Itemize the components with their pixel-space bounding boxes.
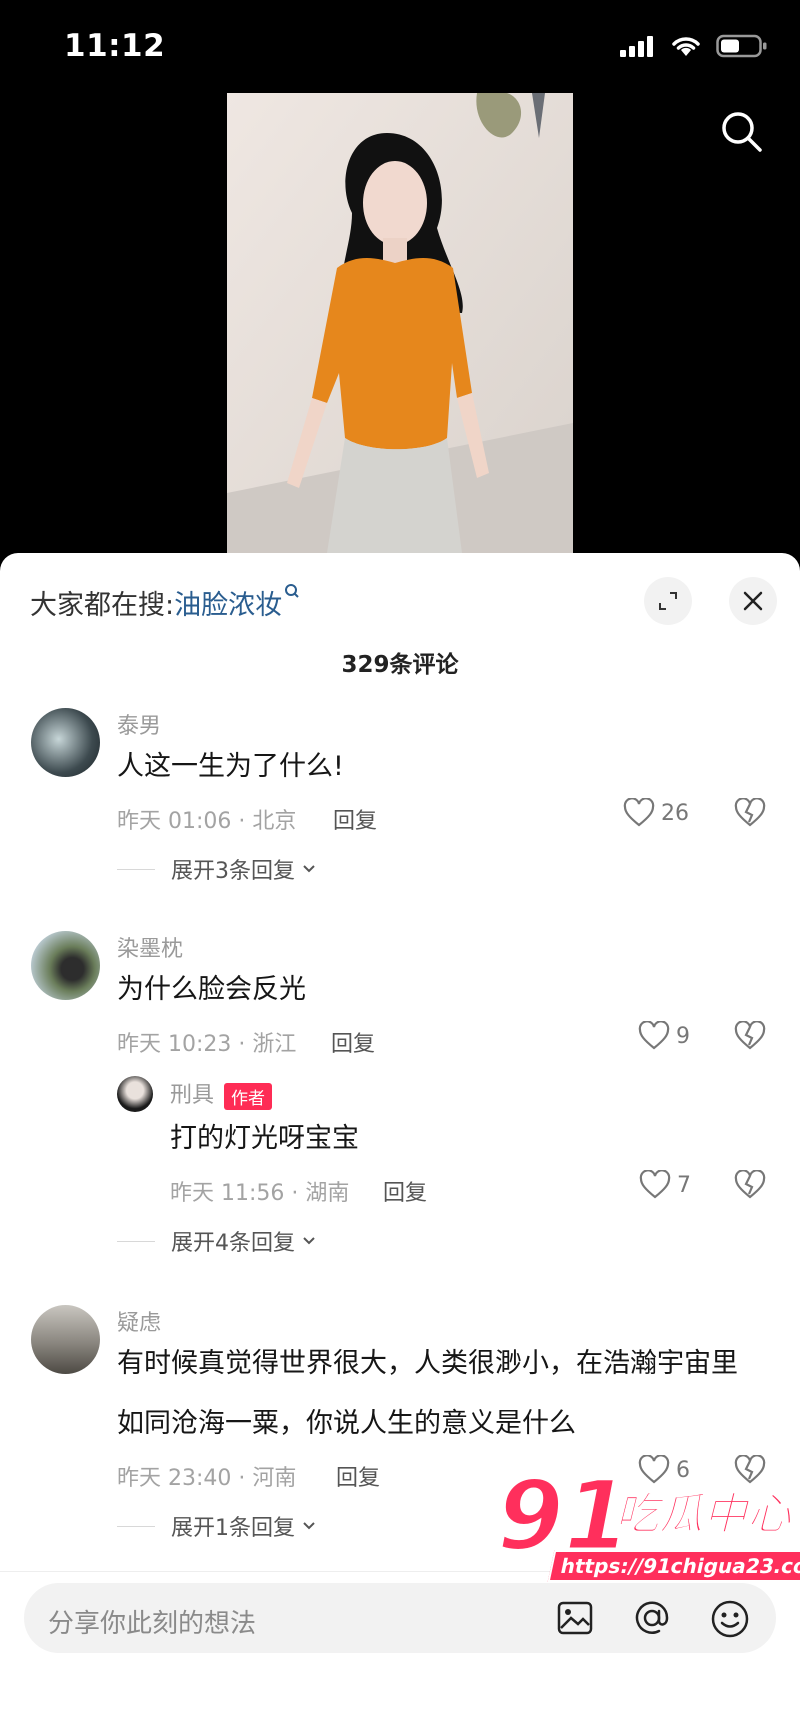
comment-time-location: 昨天 10:23 · 浙江 [117,1032,297,1057]
expand-replies-label: 展开3条回复 [171,859,295,884]
broken-heart-icon[interactable] [734,1170,766,1200]
heart-icon [638,1021,670,1050]
avatar[interactable] [31,708,100,777]
status-time: 11:12 [64,28,166,64]
at-icon[interactable] [632,1599,672,1637]
comment-username[interactable]: 染墨枕 [117,931,183,963]
close-button[interactable] [729,577,777,625]
reply-time-location: 昨天 11:56 · 湖南 [170,1181,350,1206]
comment-username[interactable]: 疑虑 [117,1305,161,1337]
hot-search-prefix: 大家都在搜: [30,590,175,621]
like-count: 26 [661,800,689,826]
expand-replies[interactable]: 展开4条回复 [117,1225,317,1257]
reply-username[interactable]: 刑具 [170,1083,214,1108]
wifi-icon [672,37,700,56]
watermark-name: 吃瓜中心 [615,1489,792,1541]
heart-icon [623,798,655,827]
like-count: 9 [676,1023,690,1049]
video-image [227,93,573,553]
like-count: 7 [677,1172,691,1198]
watermark-url: https://91chigua23.com [547,1550,800,1582]
reply-button[interactable]: 回复 [331,1026,375,1058]
watermark-logo: 91 吃瓜中心 https://91chigua23.com [496,1459,800,1595]
comment-username[interactable]: 泰男 [117,708,161,740]
reply-button[interactable]: 回复 [333,803,377,835]
chevron-down-icon [303,865,315,873]
close-icon [743,591,763,611]
comment-count: 329条评论 [341,652,459,678]
reply-button[interactable]: 回复 [383,1175,427,1207]
expand-replies[interactable]: 展开3条回复 [117,853,317,885]
comment-input-placeholder: 分享你此刻的想法 [48,1609,257,1639]
like-button[interactable]: 9 [638,1021,690,1051]
comment-text: 人这一生为了什么! [117,751,344,782]
emoji-icon[interactable] [710,1599,750,1639]
reply-text: 打的灯光呀宝宝 [170,1123,359,1154]
expand-replies[interactable]: 展开1条回复 [117,1510,317,1542]
image-icon[interactable] [556,1600,594,1636]
status-bar: 11:12 [0,0,800,90]
heart-icon [639,1170,671,1199]
comment-text: 为什么脸会反光 [117,974,306,1005]
author-badge: 作者 [224,1082,273,1110]
expand-replies-label: 展开1条回复 [171,1516,295,1541]
comment-time-location: 昨天 01:06 · 北京 [117,809,297,834]
avatar[interactable] [31,931,100,1000]
search-icon[interactable] [720,110,764,154]
chevron-down-icon [303,1522,315,1530]
signal-icon [620,36,653,57]
battery-icon [716,34,767,58]
comment-text-line1: 有时候真觉得世界很大，人类很渺小，在浩瀚宇宙里 [117,1348,738,1379]
reply-username-row: 刑具 作者 [170,1077,273,1110]
comment-time-location: 昨天 23:40 · 河南 [117,1466,297,1491]
video-frame[interactable] [227,93,573,553]
hot-search[interactable]: 大家都在搜:油脸浓妆 [30,583,300,622]
comment-text-line2: 如同沧海一粟，你说人生的意义是什么 [117,1408,576,1439]
expand-replies-label: 展开4条回复 [171,1231,295,1256]
avatar[interactable] [117,1076,153,1112]
avatar[interactable] [31,1305,100,1374]
like-button[interactable]: 7 [639,1170,691,1200]
reply-button[interactable]: 回复 [336,1460,380,1492]
search-small-icon [285,584,299,598]
broken-heart-icon[interactable] [734,1021,766,1051]
expand-icon [659,592,677,610]
hot-search-keyword[interactable]: 油脸浓妆 [174,590,282,621]
expand-button[interactable] [644,577,692,625]
broken-heart-icon[interactable] [734,798,766,828]
like-button[interactable]: 26 [623,798,689,828]
chevron-down-icon [303,1237,315,1245]
